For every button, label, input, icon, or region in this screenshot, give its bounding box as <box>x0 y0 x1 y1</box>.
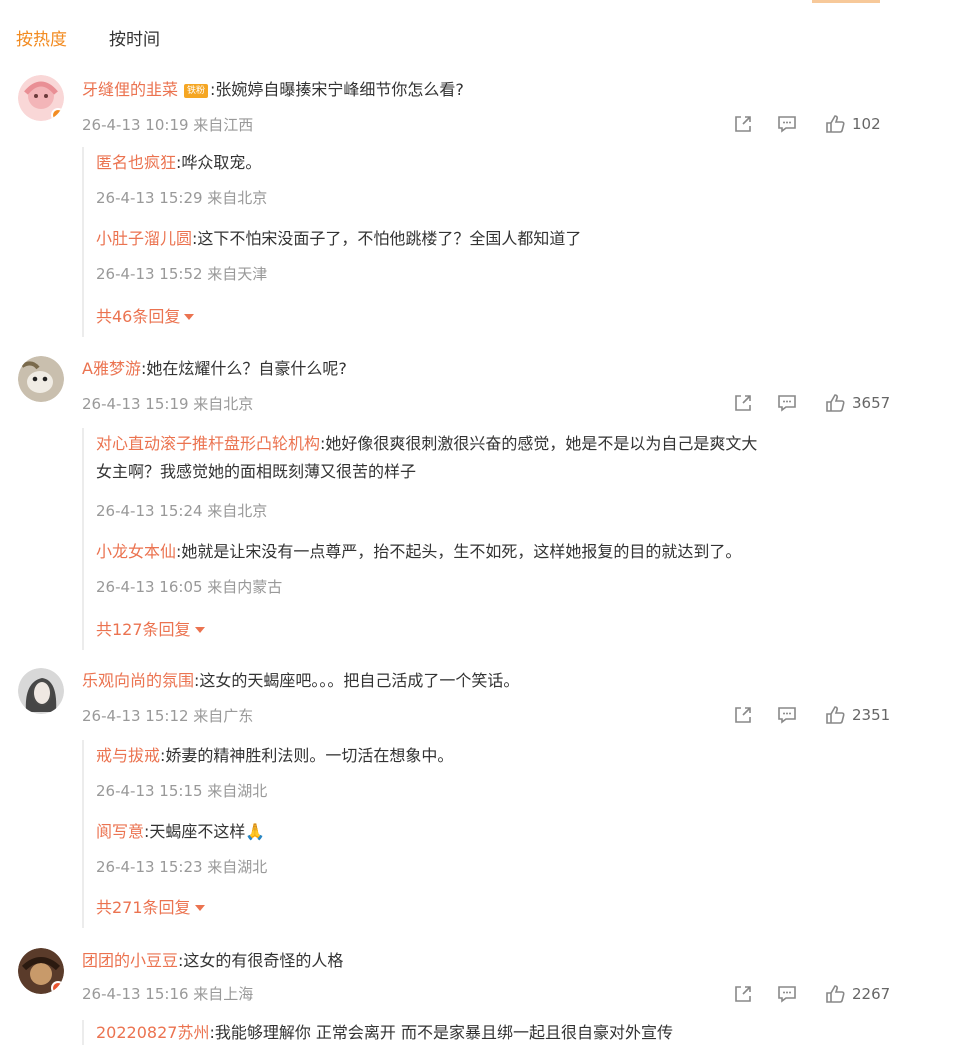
reply-username[interactable]: 戒与拔戒 <box>96 746 160 765</box>
avatar[interactable] <box>18 948 64 994</box>
comment-actions: 102 <box>732 113 881 135</box>
reply-meta: 26-4-13 15:52 来自天津 <box>96 265 268 283</box>
like-icon[interactable] <box>824 113 846 135</box>
share-icon[interactable] <box>732 704 754 726</box>
comment-body: A雅梦游:她在炫耀什么？自豪什么呢? <box>82 356 347 382</box>
comment-icon[interactable] <box>776 704 798 726</box>
reply-meta: 26-4-13 15:24 来自北京 <box>96 502 268 520</box>
avatar[interactable] <box>18 75 64 121</box>
more-replies-link[interactable]: 共271条回复 <box>96 896 205 920</box>
reply-item: 戒与拔戒:娇妻的精神胜利法则。一切活在想象中。 <box>96 742 453 770</box>
top-accent-bar <box>812 0 880 3</box>
reply-username[interactable]: 阆写意 <box>96 822 144 841</box>
reply-text: :我能够理解你 正常会离开 而不是家暴且绑一起且很自豪对外宣传 <box>209 1023 674 1042</box>
reply-username[interactable]: 小龙女本仙 <box>96 542 176 561</box>
comment-text: :这女的有很奇怪的人格 <box>178 951 344 970</box>
comment-actions: 2267 <box>732 983 890 1005</box>
comment-icon[interactable] <box>776 113 798 135</box>
comment-icon[interactable] <box>776 392 798 414</box>
reply-item: 匿名也疯狂:哗众取宠。 <box>96 149 261 177</box>
reply-text: :娇妻的精神胜利法则。一切活在想象中。 <box>160 746 454 765</box>
chevron-down-icon <box>184 314 195 320</box>
reply-item: 小龙女本仙:她就是让宋没有一点尊严，抬不起头，生不如死，这样她报复的目的就达到了… <box>96 538 741 566</box>
reply-list: 对心直动滚子推杆盘形凸轮机构:她好像很爽很刺激很兴奋的感觉，她是不是以为自己是爽… <box>82 428 904 650</box>
reply-item: 20220827苏州:我能够理解你 正常会离开 而不是家暴且绑一起且很自豪对外宣… <box>96 1020 673 1045</box>
share-icon[interactable] <box>732 983 754 1005</box>
comment-text: :张婉婷自曝揍宋宁峰细节你怎么看? <box>210 80 464 99</box>
comment-meta: 26-4-13 15:16 来自上海 <box>82 985 254 1003</box>
reply-text: :她好像很爽很刺激很兴奋的感觉，她是不是以为自己是爽文大 <box>320 434 758 453</box>
reply-username[interactable]: 匿名也疯狂 <box>96 153 176 172</box>
like-count: 3657 <box>852 394 891 412</box>
comment-body: 团团的小豆豆:这女的有很奇怪的人格 <box>82 948 343 974</box>
reply-text-continued: 女主啊？我感觉她的面相既刻薄又很苦的样子 <box>96 462 417 481</box>
reply-text: :她就是让宋没有一点尊严，抬不起头，生不如死，这样她报复的目的就达到了。 <box>176 542 742 561</box>
reply-item: 对心直动滚子推杆盘形凸轮机构:她好像很爽很刺激很兴奋的感觉，她是不是以为自己是爽… <box>96 430 896 486</box>
reply-meta: 26-4-13 15:29 来自北京 <box>96 189 268 207</box>
comment-username[interactable]: 乐观向尚的氛围 <box>82 671 194 690</box>
avatar[interactable] <box>18 356 64 402</box>
avatar[interactable] <box>18 668 64 714</box>
like-count: 2267 <box>852 985 891 1003</box>
reply-text: :这下不怕宋没面子了，不怕他跳楼了？全国人都知道了 <box>192 229 582 248</box>
more-replies-link[interactable]: 共46条回复 <box>96 305 195 329</box>
like-count: 102 <box>852 115 881 133</box>
comment-body: 乐观向尚的氛围:这女的天蝎座吧。。。把自己活成了一个笑话。 <box>82 668 519 694</box>
like-icon[interactable] <box>824 983 846 1005</box>
reply-list: 戒与拔戒:娇妻的精神胜利法则。一切活在想象中。 26-4-13 15:15 来自… <box>82 740 904 928</box>
reply-username[interactable]: 对心直动滚子推杆盘形凸轮机构 <box>96 434 320 453</box>
reply-text: :天蝎座不这样🙏 <box>144 822 266 841</box>
reply-list: 匿名也疯狂:哗众取宠。 26-4-13 15:29 来自北京 小肚子溜儿圆:这下… <box>82 147 904 337</box>
sort-tabs: 按热度 按时间 <box>16 26 202 56</box>
comment-username[interactable]: 牙缝俚的韭菜 <box>82 80 178 99</box>
reply-meta: 26-4-13 15:15 来自湖北 <box>96 782 268 800</box>
like-count: 2351 <box>852 706 891 724</box>
reply-item: 小肚子溜儿圆:这下不怕宋没面子了，不怕他跳楼了？全国人都知道了 <box>96 225 581 253</box>
comment-meta: 26-4-13 15:19 来自北京 <box>82 395 254 413</box>
comment-meta: 26-4-13 10:19 来自江西 <box>82 116 254 134</box>
share-icon[interactable] <box>732 392 754 414</box>
reply-meta: 26-4-13 15:23 来自湖北 <box>96 858 268 876</box>
like-icon[interactable] <box>824 704 846 726</box>
reply-list: 20220827苏州:我能够理解你 正常会离开 而不是家暴且绑一起且很自豪对外宣… <box>82 1020 904 1045</box>
reply-meta: 26-4-13 16:05 来自内蒙古 <box>96 578 283 596</box>
comment-meta: 26-4-13 15:12 来自广东 <box>82 707 254 725</box>
reply-text: :哗众取宠。 <box>176 153 262 172</box>
comment-text: :她在炫耀什么？自豪什么呢? <box>140 359 347 378</box>
comment-username[interactable]: A雅梦游 <box>82 359 141 378</box>
verified-badge-icon <box>51 108 64 121</box>
reply-item: 阆写意:天蝎座不这样🙏 <box>96 818 265 846</box>
like-icon[interactable] <box>824 392 846 414</box>
chevron-down-icon <box>194 627 205 633</box>
comment-actions: 3657 <box>732 392 890 414</box>
tab-sort-time[interactable]: 按时间 <box>109 26 160 56</box>
comment-actions: 2351 <box>732 704 890 726</box>
verified-badge-icon <box>51 981 64 994</box>
fan-badge: 铁粉 <box>184 84 209 98</box>
comment-text: :这女的天蝎座吧。。。把自己活成了一个笑话。 <box>194 671 520 690</box>
comment-icon[interactable] <box>776 983 798 1005</box>
chevron-down-icon <box>194 905 205 911</box>
reply-username[interactable]: 小肚子溜儿圆 <box>96 229 192 248</box>
more-replies-link[interactable]: 共127条回复 <box>96 618 205 642</box>
share-icon[interactable] <box>732 113 754 135</box>
tab-sort-hot[interactable]: 按热度 <box>16 26 67 56</box>
comment-username[interactable]: 团团的小豆豆 <box>82 951 178 970</box>
comment-body: 牙缝俚的韭菜 铁粉:张婉婷自曝揍宋宁峰细节你怎么看? <box>82 77 464 103</box>
reply-username[interactable]: 20220827苏州 <box>96 1023 209 1042</box>
